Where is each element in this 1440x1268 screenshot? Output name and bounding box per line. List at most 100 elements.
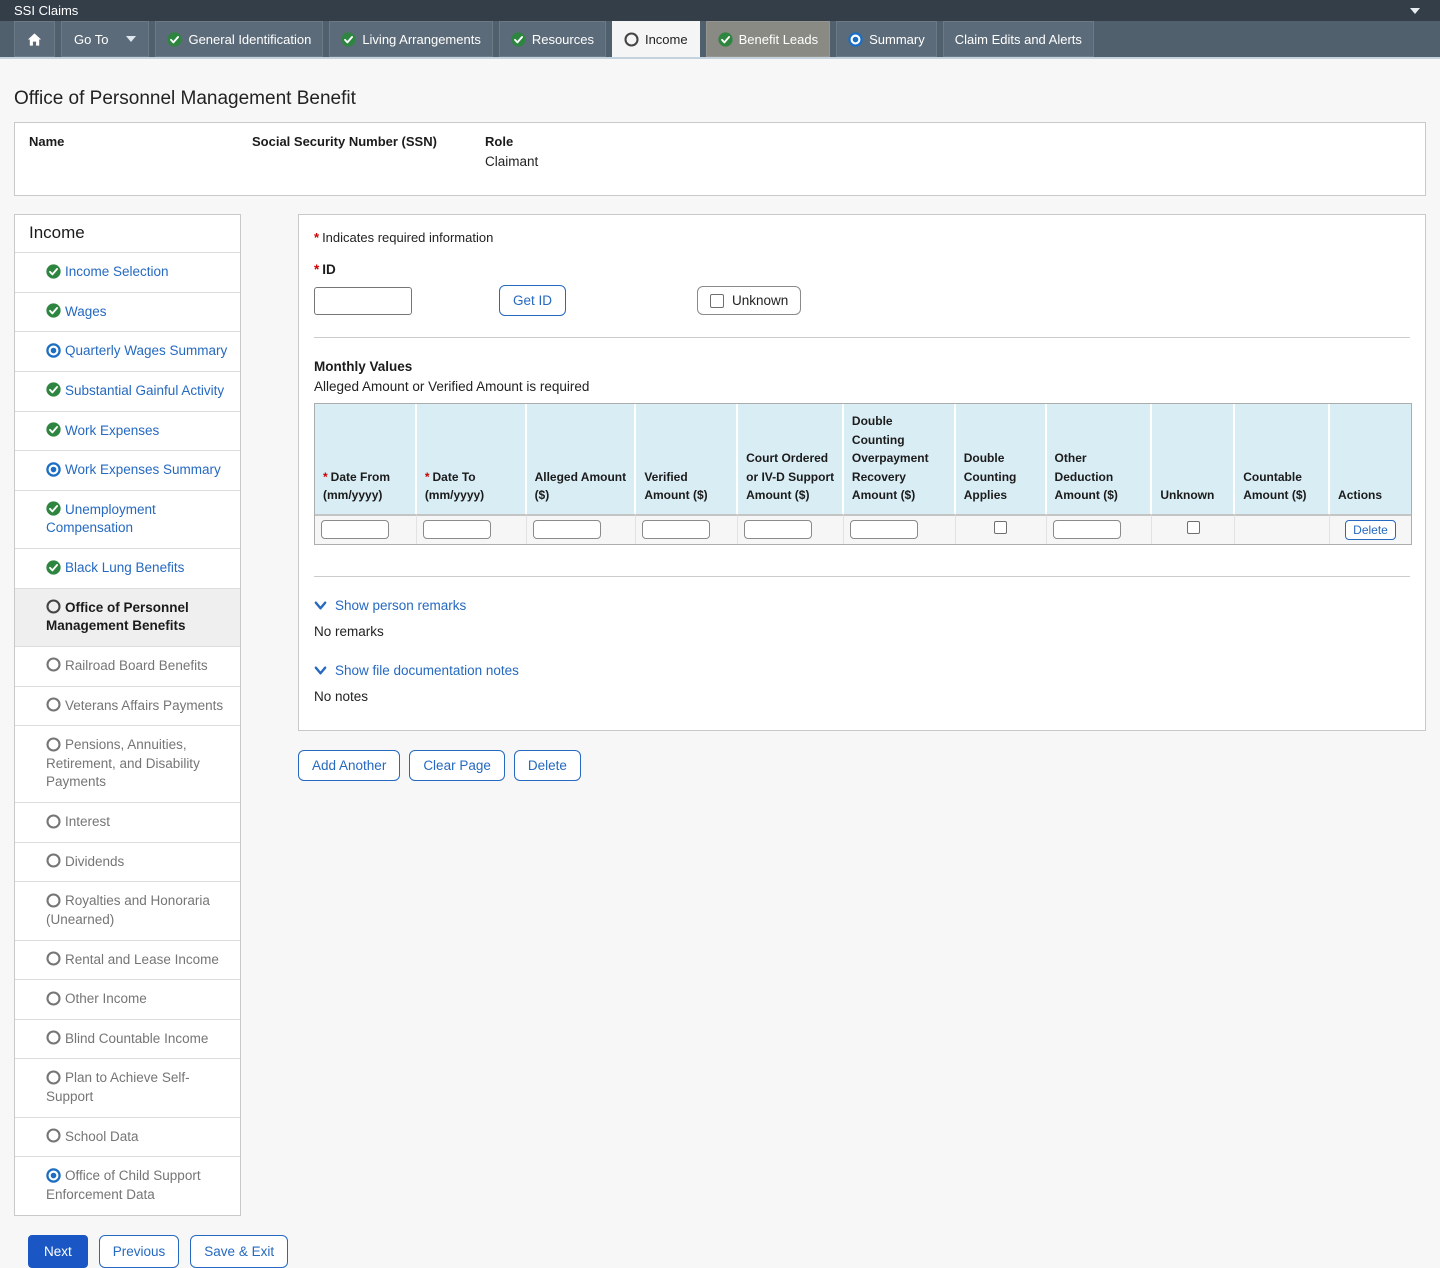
required-asterisk-icon: * [323,470,328,484]
show-file-documentation-notes-toggle[interactable]: Show file documentation notes [314,663,1410,678]
cell-verified-amount [636,514,738,544]
sidebar-item-office-of-personnel-management-benefits[interactable]: Office of Personnel Management Benefits [15,588,240,646]
sidebar-item-royalties-and-honoraria-unearned[interactable]: Royalties and Honoraria (Unearned) [15,881,240,939]
sidebar-item-label: Veterans Affairs Payments [65,698,223,713]
date-from-mm-yyyy-input[interactable] [321,520,389,539]
required-asterisk-icon: * [425,470,430,484]
sidebar-item-label: Pensions, Annuities, Retirement, and Dis… [46,737,200,789]
tab-label: Living Arrangements [362,32,481,47]
sidebar-item-veterans-affairs-payments[interactable]: Veterans Affairs Payments [15,686,240,726]
cell-court-ordered-or-iv-d-support-amount [738,514,844,544]
clear-page-button[interactable]: Clear Page [409,750,505,781]
sidebar-item-school-data[interactable]: School Data [15,1117,240,1157]
not-started-icon [46,853,61,868]
in-progress-icon [46,462,61,477]
add-another-button[interactable]: Add Another [298,750,400,781]
check-circle-icon [46,560,61,575]
unknown-checkbox[interactable] [1187,521,1200,534]
previous-button[interactable]: Previous [99,1235,180,1268]
sidebar-item-blind-countable-income[interactable]: Blind Countable Income [15,1019,240,1059]
sidebar-item-unemployment-compensation[interactable]: Unemployment Compensation [15,490,240,548]
sidebar-item-dividends[interactable]: Dividends [15,842,240,882]
sidebar-item-black-lung-benefits[interactable]: Black Lung Benefits [15,548,240,588]
not-started-icon [46,814,61,829]
sidebar-item-plan-to-achieve-self-support[interactable]: Plan to Achieve Self-Support [15,1058,240,1116]
in-progress-icon [46,343,61,358]
check-circle-icon [46,501,61,516]
chevron-down-icon [314,664,327,677]
sidebar-title: Income [15,215,240,252]
check-circle-icon [46,264,61,279]
cell-unknown [1152,514,1235,544]
other-deduction-amount-input[interactable] [1053,520,1121,539]
double-counting-overpayment-recovery-amount-input[interactable] [850,520,918,539]
not-started-icon [46,697,61,712]
divider [314,337,1410,338]
id-input[interactable] [314,287,412,315]
save-exit-button[interactable]: Save & Exit [190,1235,288,1268]
sidebar-item-substantial-gainful-activity[interactable]: Substantial Gainful Activity [15,371,240,411]
next-button[interactable]: Next [28,1235,88,1268]
get-id-button[interactable]: Get ID [499,285,566,316]
sidebar-list: Income SelectionWages Quarterly Wages Sum… [15,252,240,1215]
sidebar-item-work-expenses[interactable]: Work Expenses [15,411,240,451]
sidebar-item-work-expenses-summary[interactable]: Work Expenses Summary [15,450,240,490]
tab-living-arrangements[interactable]: Living Arrangements [329,21,493,57]
tab-label: Summary [869,32,925,47]
sidebar-item-label: Work Expenses [65,423,159,438]
sidebar-item-label: Plan to Achieve Self-Support [46,1070,190,1104]
tab-summary[interactable]: Summary [836,21,937,57]
id-unknown-checkbox[interactable] [710,294,724,308]
column-header-date-to-mm-yyyy: *Date To (mm/yyyy) [417,404,527,514]
sidebar-item-label: Quarterly Wages Summary [65,343,227,358]
sidebar-item-label: Royalties and Honoraria (Unearned) [46,893,210,927]
court-ordered-or-iv-d-support-amount-input[interactable] [744,520,812,539]
in-progress-icon [46,1168,61,1183]
monthly-values-subtitle: Alleged Amount or Verified Amount is req… [314,379,1410,394]
delete-page-button[interactable]: Delete [514,750,581,781]
monthly-values-table: *Date From (mm/yyyy)*Date To (mm/yyyy)Al… [314,403,1412,545]
chevron-down-icon [126,36,136,42]
sidebar-item-label: School Data [65,1129,139,1144]
id-unknown-label: Unknown [732,293,788,308]
id-unknown-checkbox-group[interactable]: Unknown [697,286,801,315]
titlebar-collapse-caret-icon[interactable] [1410,8,1420,14]
chevron-down-icon [314,599,327,612]
sidebar-item-interest[interactable]: Interest [15,802,240,842]
cell-countable-amount [1235,514,1330,544]
go-to-dropdown[interactable]: Go To [61,21,149,57]
sidebar-item-label: Unemployment Compensation [46,502,156,536]
sidebar-item-other-income[interactable]: Other Income [15,979,240,1019]
person-remarks-empty-text: No remarks [314,624,1410,639]
sidebar-item-pensions-annuities-retirement-and-disability-payments[interactable]: Pensions, Annuities, Retirement, and Dis… [15,725,240,802]
tab-claim-edits-and-alerts[interactable]: Claim Edits and Alerts [943,21,1094,57]
role-label: Role [485,134,538,149]
sidebar-item-wages[interactable]: Wages [15,292,240,332]
date-to-mm-yyyy-input[interactable] [423,520,491,539]
column-header-double-counting-overpayment-recovery-amount: Double Counting Overpayment Recovery Amo… [844,404,956,514]
alleged-amount-input[interactable] [533,520,601,539]
sidebar-item-label: Other Income [65,991,147,1006]
double-counting-applies-checkbox[interactable] [994,521,1007,534]
sidebar-item-railroad-board-benefits[interactable]: Railroad Board Benefits [15,646,240,686]
sidebar-item-income-selection[interactable]: Income Selection [15,252,240,292]
home-icon [27,32,42,47]
sidebar-item-office-of-child-support-enforcement-data[interactable]: Office of Child Support Enforcement Data [15,1156,240,1214]
sidebar-item-quarterly-wages-summary[interactable]: Quarterly Wages Summary [15,331,240,371]
verified-amount-input[interactable] [642,520,710,539]
check-circle-icon [46,382,61,397]
tab-label: Resources [532,32,594,47]
row-delete-button[interactable]: Delete [1345,520,1396,540]
tab-general-identification[interactable]: General Identification [155,21,323,57]
opm-benefit-form-panel: *Indicates required information *ID Get … [298,214,1426,731]
sidebar-item-rental-and-lease-income[interactable]: Rental and Lease Income [15,940,240,980]
tab-resources[interactable]: Resources [499,21,606,57]
tab-income[interactable]: Income [612,21,700,57]
home-button[interactable] [14,21,55,57]
not-started-icon [624,32,639,47]
table-header-row: *Date From (mm/yyyy)*Date To (mm/yyyy)Al… [315,404,1411,514]
sidebar-item-label: Black Lung Benefits [65,560,184,575]
show-person-remarks-toggle[interactable]: Show person remarks [314,598,1410,613]
tab-benefit-leads[interactable]: Benefit Leads [706,21,831,57]
wizard-footer: Next Previous Save & Exit [28,1235,1426,1268]
